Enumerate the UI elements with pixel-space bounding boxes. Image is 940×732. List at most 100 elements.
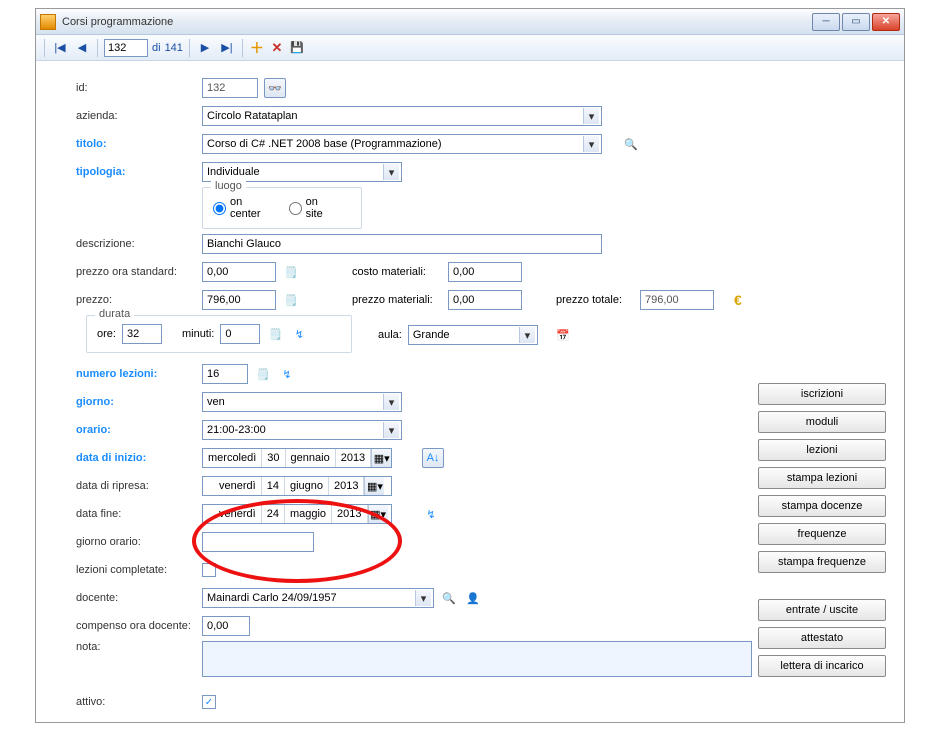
chevron-down-icon: ▾ [415, 590, 431, 606]
label-numero-lezioni: numero lezioni: [76, 368, 202, 380]
refresh-icon: ↯ [426, 508, 435, 521]
radio-on-site[interactable]: on site [289, 196, 337, 220]
label-attivo: attivo: [76, 696, 202, 708]
stampa-lezioni-button[interactable]: stampa lezioni [758, 467, 886, 489]
label-tipologia: tipologia: [76, 166, 202, 178]
docente-person-button[interactable]: 👤 [464, 589, 482, 607]
aula-combo[interactable]: Grande ▾ [408, 325, 538, 345]
chevron-down-icon: ▾ [583, 108, 599, 124]
minuti-field[interactable] [220, 324, 260, 344]
data-ripresa-picker[interactable]: venerdì 14 giugno 2013 ▦▾ [202, 476, 392, 496]
prezzo-field[interactable] [202, 290, 276, 310]
calc-icon-2[interactable]: 🗒️ [282, 291, 300, 309]
save-record-button[interactable]: 💾 [289, 40, 305, 56]
titolo-combo[interactable]: Corso di C# .NET 2008 base (Programmazio… [202, 134, 602, 154]
giorno-value: ven [207, 396, 225, 408]
calendar-icon: 📅 [556, 329, 570, 342]
moduli-button[interactable]: moduli [758, 411, 886, 433]
label-aula: aula: [378, 329, 402, 341]
lezioni-completate-checkbox[interactable] [202, 563, 216, 577]
label-minuti: minuti: [182, 328, 214, 340]
attivo-checkbox[interactable]: ✓ [202, 695, 216, 709]
calendar-dropdown-icon: ▦▾ [371, 449, 391, 467]
label-nota: nota: [76, 641, 202, 653]
sort-icon: A↓ [427, 452, 440, 464]
giorno-combo[interactable]: ven ▾ [202, 392, 402, 412]
lezioni-button[interactable]: lezioni [758, 439, 886, 461]
minimize-button[interactable]: ─ [812, 13, 840, 31]
descrizione-field[interactable] [202, 234, 602, 254]
aula-calendar-button[interactable]: 📅 [554, 326, 572, 344]
record-total-prefix: di [152, 42, 161, 54]
iscrizioni-button[interactable]: iscrizioni [758, 383, 886, 405]
frequenze-button[interactable]: frequenze [758, 523, 886, 545]
magnifier-icon: 🔍 [442, 592, 456, 605]
data-inizio-picker[interactable]: mercoledì 30 gennaio 2013 ▦▾ [202, 448, 392, 468]
maximize-button[interactable]: ▭ [842, 13, 870, 31]
radio-on-site-input[interactable] [289, 202, 302, 215]
radio-on-center-input[interactable] [213, 202, 226, 215]
orario-value: 21:00-23:00 [207, 424, 266, 436]
close-button[interactable]: ✕ [872, 13, 900, 31]
chevron-down-icon: ▾ [383, 164, 399, 180]
docente-combo[interactable]: Mainardi Carlo 24/09/1957 ▾ [202, 588, 434, 608]
lezioni-edit-button[interactable]: 🗒️ [254, 365, 272, 383]
durata-refresh-button[interactable]: ↯ [290, 325, 308, 343]
delete-record-button[interactable]: ✕ [269, 40, 285, 56]
find-id-button[interactable]: 👓 [264, 78, 286, 98]
lettera-incarico-button[interactable]: lettera di incarico [758, 655, 886, 677]
sort-button[interactable]: A↓ [422, 448, 444, 468]
data-fine-picker[interactable]: venerdì 24 maggio 2013 ▦▾ [202, 504, 392, 524]
lezioni-refresh-button[interactable]: ↯ [278, 365, 296, 383]
label-orario: orario: [76, 424, 202, 436]
prev-record-button[interactable]: ◀ [73, 39, 91, 57]
label-lezioni-completate: lezioni completate: [76, 564, 202, 576]
label-data-fine: data fine: [76, 508, 202, 520]
chevron-down-icon: ▾ [383, 394, 399, 410]
azienda-combo[interactable]: Circolo Ratataplan ▾ [202, 106, 602, 126]
prezzo-materiali-field[interactable] [448, 290, 522, 310]
calc-icon-1[interactable]: 🗒️ [282, 263, 300, 281]
orario-combo[interactable]: 21:00-23:00 ▾ [202, 420, 402, 440]
durata-edit-button[interactable]: 🗒️ [266, 325, 284, 343]
docente-search-button[interactable]: 🔍 [440, 589, 458, 607]
nota-field[interactable] [202, 641, 752, 677]
window-title: Corsi programmazione [62, 16, 812, 28]
costo-materiali-field[interactable] [448, 262, 522, 282]
tipologia-combo[interactable]: Individuale ▾ [202, 162, 402, 182]
compenso-field[interactable] [202, 616, 250, 636]
data-fine-refresh-button[interactable]: ↯ [422, 505, 440, 523]
numero-lezioni-field[interactable] [202, 364, 248, 384]
calendar-dropdown-icon: ▦▾ [364, 477, 384, 495]
label-id: id: [76, 82, 202, 94]
titlebar: Corsi programmazione ─ ▭ ✕ [36, 9, 904, 35]
label-prezzo-materiali: prezzo materiali: [352, 294, 442, 306]
label-prezzo-totale: prezzo totale: [556, 294, 634, 306]
label-costo-materiali: costo materiali: [352, 266, 442, 278]
record-navigator: |◀ ◀ di 141 ▶ ▶| ＋ ✕ 💾 [36, 35, 904, 61]
record-position-input[interactable] [104, 39, 148, 57]
next-record-button[interactable]: ▶ [196, 39, 214, 57]
last-record-button[interactable]: ▶| [218, 39, 236, 57]
titolo-search-button[interactable]: 🔍 [622, 135, 640, 153]
stampa-docenze-button[interactable]: stampa docenze [758, 495, 886, 517]
radio-on-center[interactable]: on center [213, 196, 275, 220]
attestato-button[interactable]: attestato [758, 627, 886, 649]
label-prezzo: prezzo: [76, 294, 202, 306]
side-buttons: iscrizioni moduli lezioni stampa lezioni… [758, 383, 886, 677]
label-compenso: compenso ora docente: [76, 620, 202, 632]
refresh-icon: ↯ [295, 328, 304, 341]
magnifier-icon: 🔍 [624, 138, 638, 151]
calculator-icon: 🗒️ [256, 368, 270, 381]
aula-value: Grande [413, 329, 450, 341]
prezzo-totale-field [640, 290, 714, 310]
ore-field[interactable] [122, 324, 162, 344]
add-record-button[interactable]: ＋ [249, 40, 265, 56]
entrate-uscite-button[interactable]: entrate / uscite [758, 599, 886, 621]
prezzo-ora-standard-field[interactable] [202, 262, 276, 282]
first-record-button[interactable]: |◀ [51, 39, 69, 57]
giorno-orario-field[interactable] [202, 532, 314, 552]
calculator-icon: 🗒️ [284, 294, 298, 307]
refresh-icon: ↯ [282, 368, 291, 381]
stampa-frequenze-button[interactable]: stampa frequenze [758, 551, 886, 573]
